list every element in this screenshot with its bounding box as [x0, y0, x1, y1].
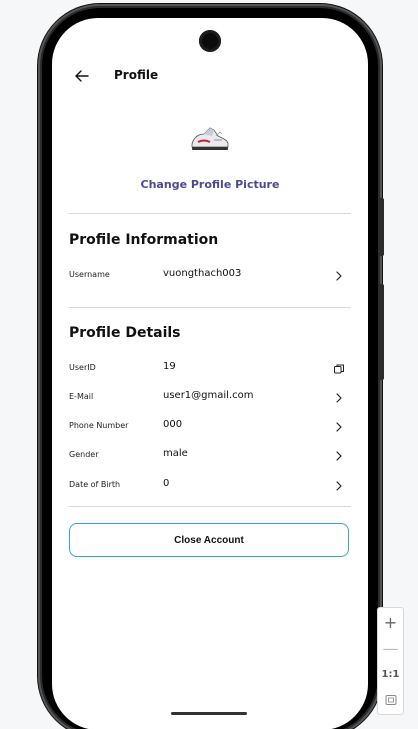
row-email[interactable]: E-Mail user1@gmail.com	[69, 388, 351, 408]
divider	[69, 213, 351, 214]
zoom-controls: + — 1:1	[377, 607, 404, 715]
section-title-profile-information: Profile Information	[69, 232, 219, 248]
device-preview: Profile Change Profile Picture Profile I…	[0, 0, 418, 729]
row-value: 0	[163, 478, 170, 489]
row-label: UserID	[69, 363, 96, 372]
arrow-left-icon[interactable]	[74, 68, 90, 84]
row-label: Date of Birth	[69, 480, 121, 489]
divider	[69, 307, 351, 308]
fit-screen-icon	[385, 695, 396, 705]
row-label: Username	[69, 270, 110, 279]
row-value: 000	[163, 419, 183, 430]
row-date-of-birth[interactable]: Date of Birth 0	[69, 476, 351, 496]
row-value: user1@gmail.com	[163, 390, 254, 401]
zoom-out-button[interactable]: —	[378, 636, 403, 660]
change-profile-picture-link[interactable]: Change Profile Picture	[52, 178, 368, 191]
app-header: Profile	[52, 64, 368, 90]
copy-icon[interactable]	[333, 363, 345, 375]
chevron-right-icon[interactable]	[333, 450, 345, 462]
row-value: male	[163, 448, 188, 459]
row-user-id[interactable]: UserID 19	[69, 359, 351, 379]
zoom-reset-button[interactable]: 1:1	[378, 662, 403, 686]
section-title-profile-details: Profile Details	[69, 325, 181, 341]
phone-screen: Profile Change Profile Picture Profile I…	[52, 18, 368, 729]
row-username[interactable]: Username vuongthach003	[69, 266, 351, 286]
row-gender[interactable]: Gender male	[69, 446, 351, 466]
row-value: vuongthach003	[163, 268, 242, 279]
home-indicator	[171, 712, 247, 715]
volume-button	[380, 198, 384, 256]
page-title: Profile	[114, 68, 159, 82]
camera-cutout	[199, 30, 221, 52]
row-label: E-Mail	[69, 392, 94, 401]
fit-screen-button[interactable]	[378, 688, 403, 712]
row-value: 19	[163, 361, 176, 372]
row-label: Phone Number	[69, 421, 129, 430]
chevron-right-icon[interactable]	[333, 421, 345, 433]
divider	[69, 506, 351, 507]
chevron-right-icon[interactable]	[333, 270, 345, 282]
chevron-right-icon[interactable]	[333, 480, 345, 492]
power-button	[380, 284, 384, 380]
close-account-button[interactable]: Close Account	[69, 523, 349, 557]
sneaker-image[interactable]	[188, 122, 232, 156]
row-phone-number[interactable]: Phone Number 000	[69, 417, 351, 437]
chevron-right-icon[interactable]	[333, 392, 345, 404]
zoom-in-button[interactable]: +	[378, 610, 403, 634]
row-label: Gender	[69, 450, 99, 459]
